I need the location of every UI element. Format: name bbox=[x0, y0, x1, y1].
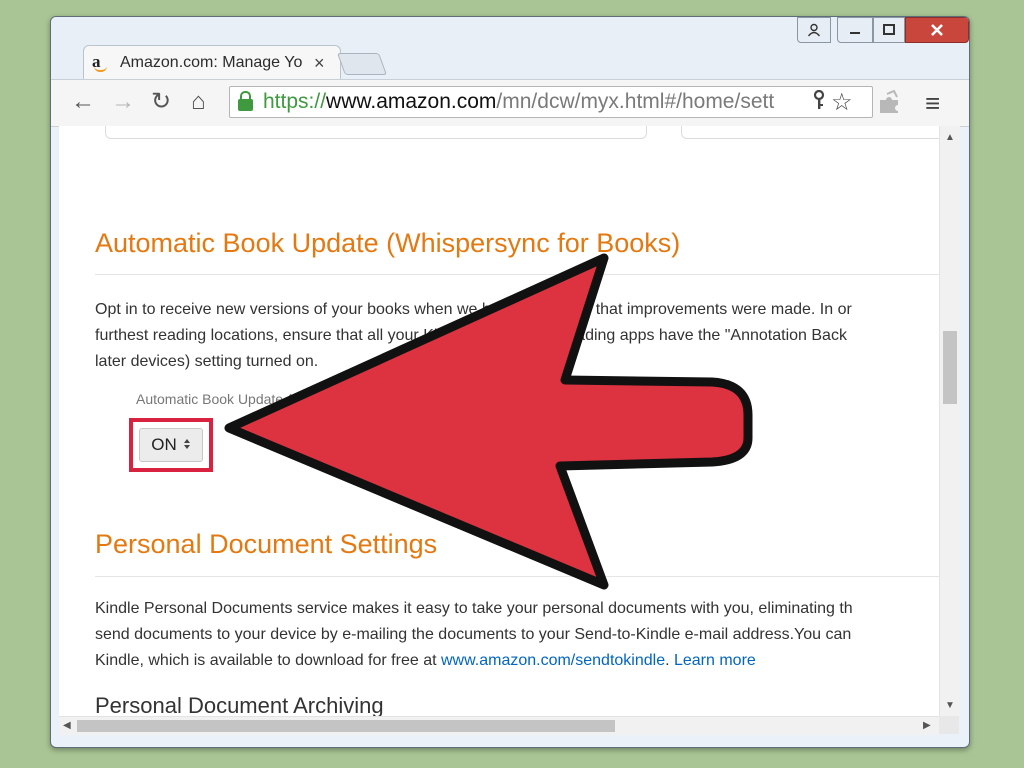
user-icon[interactable] bbox=[797, 17, 831, 43]
browser-tab[interactable]: a Amazon.com: Manage Yo × bbox=[83, 45, 341, 80]
description-line: furthest reading locations, ensure that … bbox=[95, 327, 847, 344]
key-icon[interactable] bbox=[813, 89, 825, 115]
lock-icon bbox=[238, 91, 253, 111]
section-divider bbox=[95, 576, 939, 577]
sendtokindle-link[interactable]: www.amazon.com/sendtokindle bbox=[441, 652, 665, 669]
window-controls bbox=[797, 17, 969, 43]
new-tab-button[interactable] bbox=[336, 53, 388, 75]
description-line: Kindle Personal Documents service makes … bbox=[95, 600, 853, 617]
section-divider bbox=[95, 274, 939, 275]
vertical-scrollbar[interactable]: ▲ ▼ bbox=[939, 126, 960, 716]
address-bar[interactable]: https://www.amazon.com/mn/dcw/myx.html#/… bbox=[229, 86, 873, 118]
url-text: https://www.amazon.com/mn/dcw/myx.html#/… bbox=[263, 90, 775, 113]
page-content: Automatic Book Update (Whispersync for B… bbox=[59, 126, 939, 716]
puzzle-icon[interactable] bbox=[877, 89, 903, 120]
forward-button[interactable]: → bbox=[111, 90, 135, 114]
home-button[interactable]: ⌂ bbox=[191, 90, 206, 114]
vertical-scroll-thumb[interactable] bbox=[943, 331, 957, 404]
description-line: later devices) setting turned on. bbox=[95, 353, 319, 370]
description-line: send documents to your device by e-maili… bbox=[95, 626, 852, 643]
personal-docs-description: Kindle Personal Documents service makes … bbox=[95, 596, 939, 674]
auto-update-label: Automatic Book Update (W bbox=[136, 391, 305, 407]
maximize-icon[interactable] bbox=[873, 17, 905, 43]
description-line: Opt in to receive new versions of your b… bbox=[95, 301, 852, 318]
whispersync-heading: Automatic Book Update (Whispersync for B… bbox=[95, 228, 681, 258]
scroll-up-icon[interactable]: ▲ bbox=[945, 132, 955, 143]
scroll-down-icon[interactable]: ▼ bbox=[945, 700, 955, 711]
description-line: Kindle, which is available to download f… bbox=[95, 652, 756, 669]
minimize-icon[interactable] bbox=[837, 17, 873, 43]
amazon-logo-icon: a bbox=[92, 53, 110, 72]
menu-icon[interactable]: ≡ bbox=[925, 88, 940, 119]
horizontal-scroll-thumb[interactable] bbox=[77, 720, 615, 732]
tab-close-icon[interactable]: × bbox=[314, 53, 325, 74]
personal-docs-heading: Personal Document Settings bbox=[95, 529, 438, 559]
auto-update-select[interactable]: ON bbox=[139, 428, 203, 462]
horizontal-scrollbar[interactable]: ◀ ▶ bbox=[59, 716, 939, 735]
back-button[interactable]: ← bbox=[71, 90, 95, 114]
card-stub-left bbox=[105, 126, 647, 139]
title-bar: a Amazon.com: Manage Yo × bbox=[51, 17, 969, 80]
close-icon[interactable] bbox=[905, 17, 969, 43]
learn-more-link[interactable]: Learn more bbox=[674, 652, 756, 669]
select-value: ON bbox=[151, 435, 177, 454]
bookmark-star-icon[interactable]: ☆ bbox=[831, 88, 853, 117]
whispersync-description: Opt in to receive new versions of your b… bbox=[95, 297, 939, 375]
scrollbar-corner bbox=[939, 716, 959, 734]
tab-title: Amazon.com: Manage Yo bbox=[120, 54, 303, 71]
browser-window: a Amazon.com: Manage Yo × ← → ↻ ⌂ https:… bbox=[50, 16, 970, 748]
card-stub-right bbox=[681, 126, 939, 139]
scroll-right-icon[interactable]: ▶ bbox=[923, 720, 931, 731]
select-arrows-icon bbox=[183, 438, 191, 452]
browser-toolbar: ← → ↻ ⌂ https://www.amazon.com/mn/dcw/my… bbox=[51, 79, 969, 127]
scroll-left-icon[interactable]: ◀ bbox=[63, 720, 71, 731]
reload-button[interactable]: ↻ bbox=[151, 90, 171, 114]
archiving-heading: Personal Document Archiving bbox=[95, 693, 384, 716]
